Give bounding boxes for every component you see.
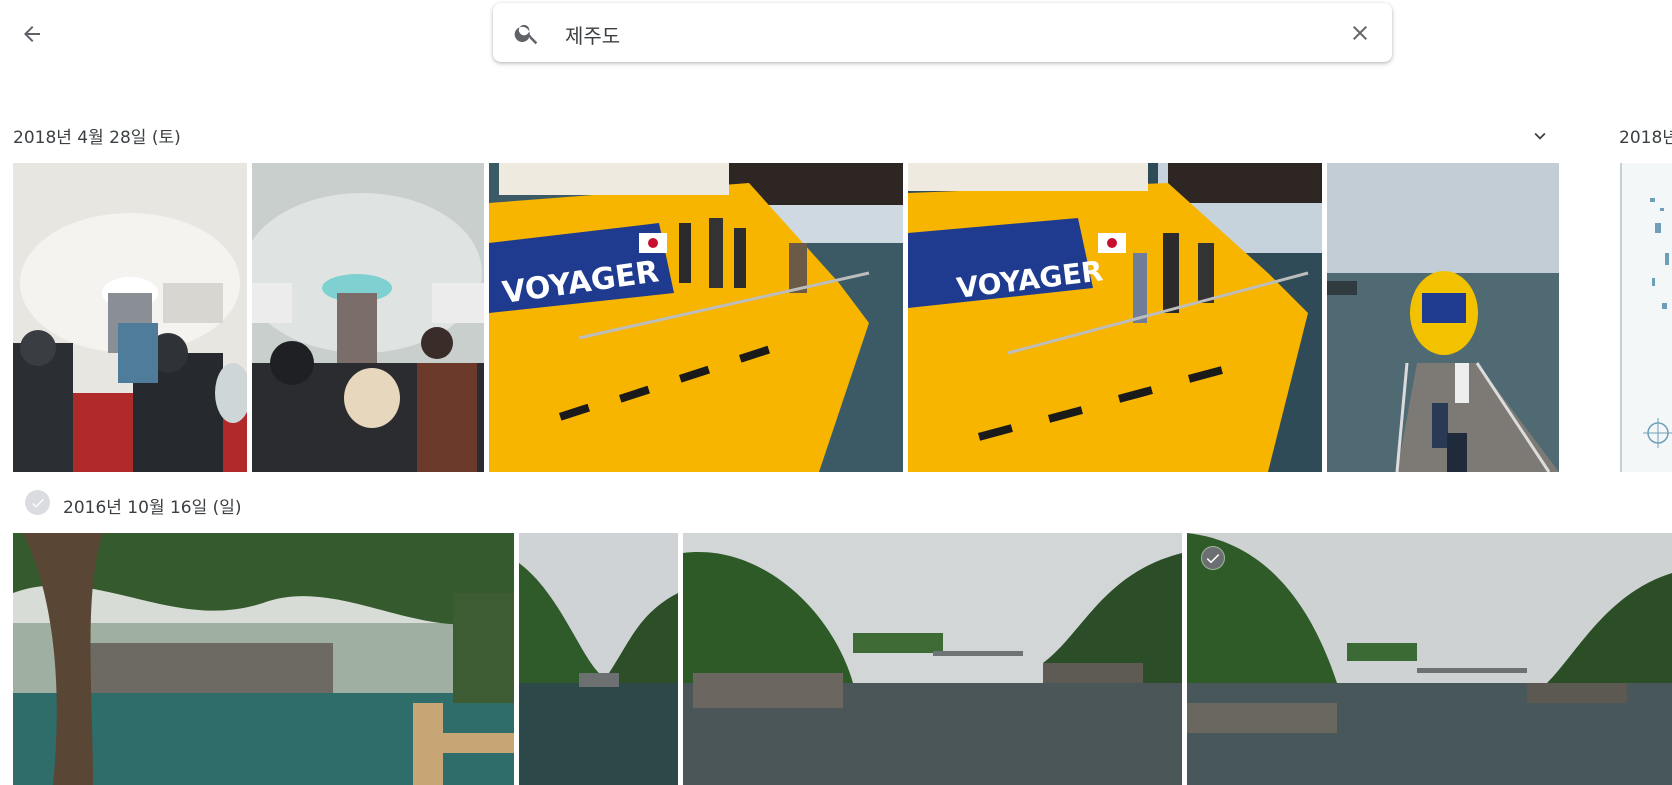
chevron-down-icon [1534,132,1546,140]
photo-voyager-submarine-1[interactable]: VOYAGER [489,163,903,472]
search-icon[interactable] [513,19,541,47]
back-button[interactable] [12,14,52,54]
search-input[interactable] [563,13,1267,55]
photo-coast-inlet-wide-1[interactable] [683,533,1182,785]
date-header-2018-04-28: 2018년 4월 28일 (토) [13,128,181,148]
photo-submarine-interior-2[interactable] [252,163,484,472]
photo-pier-boat[interactable] [1327,163,1559,472]
photo-coast-trees[interactable] [13,533,514,785]
photo-coast-inlet-wide-2[interactable] [1187,533,1672,785]
photo-voyager-submarine-2[interactable]: VOYAGER [908,163,1322,472]
search-bar [493,3,1392,62]
select-group-button[interactable] [25,490,50,515]
close-icon [1353,26,1367,40]
check-circle-icon [1202,547,1224,569]
arrow-left-icon [24,26,40,42]
collapse-button[interactable] [1524,122,1556,150]
photo-coast-inlet-narrow[interactable] [519,533,678,785]
date-header-2016-10-16: 2016년 10월 16일 (일) [63,498,242,518]
photo-next-group-map[interactable] [1620,163,1672,472]
date-header-next-group: 2018년 [1619,128,1672,148]
clear-search-button[interactable] [1344,17,1376,49]
photo-select-checkbox[interactable] [1201,546,1225,570]
check-circle-icon [31,498,44,508]
photo-submarine-interior-1[interactable] [13,163,247,472]
